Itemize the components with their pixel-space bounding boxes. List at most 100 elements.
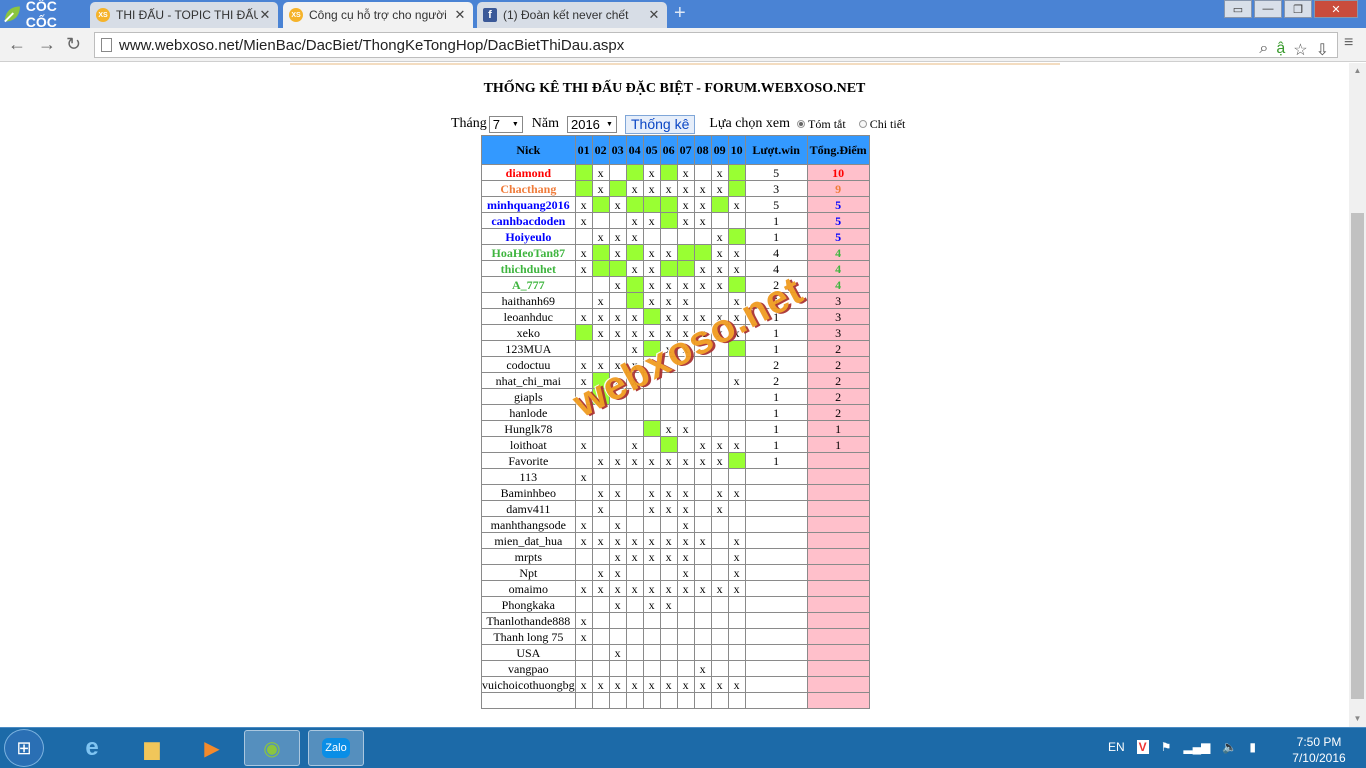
points-cell: 1 [806,436,870,453]
radio-checked-icon[interactable] [797,120,806,128]
language-indicator[interactable]: EN [1108,740,1125,754]
table-row: Npt x x x x [481,564,870,581]
day-cell: x [642,324,661,341]
table-row: 113 x [481,468,870,485]
close-window-button[interactable]: ✕ [1314,0,1358,18]
day-cell: x [693,436,712,453]
zalo-icon[interactable]: Zalo [308,730,364,766]
day-cell: x [608,484,627,501]
nick-cell: Hunglk78 [481,420,576,437]
day-cell [608,212,627,229]
bookmark-star-icon[interactable]: ☆ [1293,40,1307,60]
scroll-down-icon[interactable]: ▼ [1349,711,1366,727]
day-cell [659,356,678,373]
close-icon[interactable]: ✕ [258,7,272,23]
close-icon[interactable]: ✕ [647,7,661,23]
day-cell: x [710,324,729,341]
day-cell: x [676,580,695,597]
vertical-scrollbar[interactable]: ▲ ▼ [1349,63,1366,727]
day-cell [710,628,729,645]
profile-button[interactable]: ▭ [1224,0,1252,18]
day-cell: x [727,244,746,261]
radio-tom-tat[interactable]: Tóm tắt [794,117,846,132]
volume-icon[interactable]: 🔈 [1222,740,1237,754]
wins-cell: 1 [744,308,808,325]
coccoc-browser-icon[interactable]: ◉ [244,730,300,766]
antivirus-icon[interactable]: V [1136,740,1149,754]
day-cell: x [608,644,627,661]
day-cell [676,436,695,453]
day-cell [642,372,661,389]
day-cell [659,228,678,245]
wins-cell: 2 [744,276,808,293]
day-cell: x [676,516,695,533]
day-cell: x [625,356,644,373]
scroll-up-icon[interactable]: ▲ [1349,63,1366,79]
minimize-button[interactable]: — [1254,0,1282,18]
tab-cong-cu[interactable]: XS Công cụ hỗ trợ cho người ✕ [283,2,473,28]
radio-chi-tiet[interactable]: Chi tiết [856,117,905,132]
start-button[interactable]: ⊞ [4,729,44,767]
vietnamese-input-icon[interactable]: ậ [1276,40,1285,60]
nick-cell: 113 [481,468,576,485]
day-cell [676,372,695,389]
url-text: www.webxoso.net/MienBac/DacBiet/ThongKeT… [119,36,625,54]
network-icon[interactable]: ▂▄▆ [1183,740,1210,754]
menu-icon[interactable]: ≡ [1344,34,1353,52]
day-cell: x [642,212,661,229]
maximize-button[interactable]: ❐ [1284,0,1312,18]
battery-icon[interactable]: ▮ [1249,740,1256,754]
flag-icon[interactable]: ⚑ [1161,740,1172,754]
points-cell [806,500,870,517]
nick-cell: manhthangsode [481,516,576,533]
coccoc-logo[interactable]: CỐC CỐC [0,0,88,30]
day-cell: x [676,420,695,437]
wins-cell [744,484,808,501]
day-cell [625,388,644,405]
clock[interactable]: 7:50 PM 7/10/2016 [1278,734,1360,766]
table-row: omaimo x x x x x x x x x x [481,580,870,597]
internet-explorer-icon[interactable]: e [64,730,120,766]
close-icon[interactable]: ✕ [453,7,467,23]
day-cell: x [676,532,695,549]
scroll-thumb[interactable] [1351,213,1364,699]
day-cell [676,644,695,661]
new-tab-button[interactable]: + [674,3,686,23]
thong-ke-button[interactable]: Thống kê [624,114,696,134]
media-player-icon[interactable]: ▶ [184,730,240,766]
tab-thi-dau[interactable]: XS THI ĐẤU - TOPIC THI ĐẤU ✕ [90,2,278,28]
wins-cell: 1 [744,452,808,469]
nick-cell: omaimo [481,580,576,597]
day-cell [574,660,593,677]
month-select[interactable]: 7 ▼ [488,115,523,133]
wins-cell [744,468,808,485]
day-cell: x [608,452,627,469]
day-cell: x [574,244,593,261]
forward-icon[interactable]: → [38,34,56,55]
radio-unchecked-icon[interactable] [858,120,867,128]
file-explorer-icon[interactable]: ▆ [124,730,180,766]
reload-icon[interactable]: ↻ [66,34,81,55]
address-bar[interactable]: www.webxoso.net/MienBac/DacBiet/ThongKeT… [94,32,1338,60]
dropdown-arrow-icon: ▼ [511,120,519,128]
col-header-day: 03 [608,135,627,165]
nick-cell: canhbacdoden [481,212,576,229]
wins-cell [744,644,808,661]
window-controls: ▭ — ❐ ✕ [1222,0,1358,18]
day-cell [625,420,644,437]
day-cell: x [574,468,593,485]
win-cell [642,196,661,213]
tab-facebook[interactable]: f (1) Đoàn kết never chết ✕ [477,2,667,28]
back-icon[interactable]: ← [8,34,26,55]
windows-logo-icon: ⊞ [16,737,32,758]
day-cell [625,692,644,709]
day-cell [659,404,678,421]
download-icon[interactable]: ⇩ [1316,40,1329,60]
year-label: Năm [531,116,559,131]
zoom-icon[interactable]: ⌕ [1259,40,1268,60]
day-cell: x [642,596,661,613]
year-select[interactable]: 2016 ▼ [566,115,617,133]
day-cell [710,356,729,373]
points-cell [806,484,870,501]
points-cell: 5 [806,196,870,213]
